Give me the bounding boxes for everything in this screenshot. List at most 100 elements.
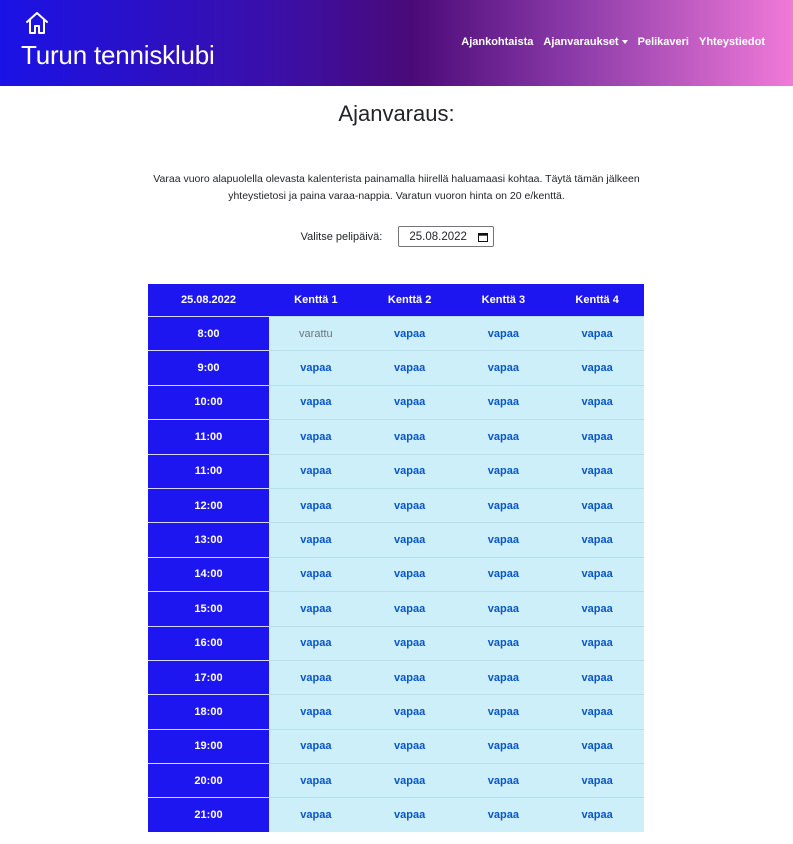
slot-free[interactable]: vapaa <box>550 487 644 523</box>
date-input[interactable]: 25.08.2022 <box>398 226 495 247</box>
slot-free[interactable]: vapaa <box>269 728 363 764</box>
slot-free[interactable]: vapaa <box>269 659 363 695</box>
time-cell: 10:00 <box>148 384 269 420</box>
slot-free[interactable]: vapaa <box>456 384 551 420</box>
time-cell: 11:00 <box>148 453 269 488</box>
slot-free[interactable]: vapaa <box>550 384 644 420</box>
slot-free[interactable]: vapaa <box>456 625 551 660</box>
slot-free[interactable]: vapaa <box>269 453 363 488</box>
nav-label: Ajankohtaista <box>461 36 534 48</box>
slot-free[interactable]: vapaa <box>550 453 644 488</box>
table-row: 18:00 vapaa vapaa vapaa vapaa <box>148 694 644 729</box>
table-row: 11:00 vapaa vapaa vapaa vapaa <box>148 419 644 454</box>
time-cell: 13:00 <box>148 522 269 557</box>
slot-booked: varattu <box>269 316 363 351</box>
slot-free[interactable]: vapaa <box>550 522 644 557</box>
chevron-down-icon <box>621 40 628 44</box>
slot-free[interactable]: vapaa <box>362 487 457 523</box>
booking-table: 25.08.2022 Kenttä 1 Kenttä 2 Kenttä 3 Ke… <box>148 284 644 832</box>
slot-free[interactable]: vapaa <box>550 556 644 592</box>
slot-free[interactable]: vapaa <box>269 487 363 523</box>
time-cell: 11:00 <box>148 419 269 454</box>
slot-free[interactable]: vapaa <box>362 419 457 454</box>
slot-free[interactable]: vapaa <box>550 797 644 832</box>
slot-free[interactable]: vapaa <box>362 591 457 626</box>
nav-label: Yhteystiedot <box>698 36 765 48</box>
slot-free[interactable]: vapaa <box>456 797 551 832</box>
nav-label: Ajanvaraukset <box>543 36 619 48</box>
brand-title[interactable]: Turun tennisklubi <box>21 40 215 71</box>
slot-free[interactable]: vapaa <box>456 659 551 695</box>
slot-free[interactable]: vapaa <box>362 522 457 557</box>
slot-free[interactable]: vapaa <box>550 350 644 385</box>
slot-free[interactable]: vapaa <box>269 522 363 557</box>
slot-free[interactable]: vapaa <box>362 694 457 729</box>
time-cell: 9:00 <box>148 350 269 385</box>
slot-free[interactable]: vapaa <box>456 591 551 626</box>
slot-free[interactable]: vapaa <box>456 763 551 798</box>
time-cell: 14:00 <box>148 556 269 592</box>
header-court-2: Kenttä 2 <box>387 294 432 306</box>
intro-text: Varaa vuoro alapuolella olevasta kalente… <box>153 173 640 202</box>
date-picker-row: Valitse pelipäivä: 25.08.2022 <box>0 226 793 247</box>
time-cell: 15:00 <box>148 591 269 626</box>
table-body: 8:00 varattu vapaa vapaa vapaa 9:00 vapaa vapaa… <box>148 316 644 832</box>
slot-free[interactable]: vapaa <box>456 728 551 764</box>
home-icon[interactable] <box>24 10 50 36</box>
slot-free[interactable]: vapaa <box>456 419 551 454</box>
slot-free[interactable]: vapaa <box>362 797 457 832</box>
slot-free[interactable]: vapaa <box>456 487 551 523</box>
table-row: 20:00 vapaa vapaa vapaa vapaa <box>148 763 644 798</box>
slot-free[interactable]: vapaa <box>362 556 457 592</box>
time-cell: 19:00 <box>148 728 269 764</box>
slot-free[interactable]: vapaa <box>550 419 644 454</box>
slot-free[interactable]: vapaa <box>362 350 457 385</box>
time-cell: 17:00 <box>148 659 269 695</box>
slot-free[interactable]: vapaa <box>456 350 551 385</box>
slot-free[interactable]: vapaa <box>550 591 644 626</box>
slot-free[interactable]: vapaa <box>269 384 363 420</box>
slot-free[interactable]: vapaa <box>269 797 363 832</box>
slot-free[interactable]: vapaa <box>550 316 644 351</box>
slot-free[interactable]: vapaa <box>456 316 551 351</box>
nav-pelikaveri[interactable]: Pelikaveri <box>638 36 689 48</box>
header-court-4: Kenttä 4 <box>575 294 619 306</box>
slot-free[interactable]: vapaa <box>269 419 363 454</box>
slot-free[interactable]: vapaa <box>456 453 551 488</box>
slot-free[interactable]: vapaa <box>550 728 644 764</box>
table-row: 16:00 vapaa vapaa vapaa vapaa <box>148 625 644 660</box>
slot-free[interactable]: vapaa <box>456 556 551 592</box>
nav-ajanvaraukset-dropdown[interactable]: Ajanvaraukset <box>543 36 628 48</box>
slot-free[interactable]: vapaa <box>269 350 363 385</box>
slot-free[interactable]: vapaa <box>269 625 363 660</box>
table-row: 19:00 vapaa vapaa vapaa vapaa <box>148 728 644 764</box>
table-row: 13:00 vapaa vapaa vapaa vapaa <box>148 522 644 557</box>
nav-label: Pelikaveri <box>637 36 689 48</box>
slot-free[interactable]: vapaa <box>456 694 551 729</box>
slot-free[interactable]: vapaa <box>362 316 457 351</box>
slot-free[interactable]: vapaa <box>362 728 457 764</box>
time-cell: 12:00 <box>148 487 269 523</box>
slot-free[interactable]: vapaa <box>550 763 644 798</box>
date-label: Valitse pelipäivä: <box>300 230 383 243</box>
slot-free[interactable]: vapaa <box>269 591 363 626</box>
slot-free[interactable]: vapaa <box>269 694 363 729</box>
calendar-icon[interactable] <box>478 232 489 242</box>
nav-ajankohtaista[interactable]: Ajankohtaista <box>461 36 533 48</box>
slot-free[interactable]: vapaa <box>550 625 644 660</box>
slot-free[interactable]: vapaa <box>550 659 644 695</box>
slot-free[interactable]: vapaa <box>362 763 457 798</box>
slot-free[interactable]: vapaa <box>456 522 551 557</box>
slot-free[interactable]: vapaa <box>269 763 363 798</box>
slot-free[interactable]: vapaa <box>362 384 457 420</box>
table-row: 14:00 vapaa vapaa vapaa vapaa <box>148 556 644 592</box>
slot-free[interactable]: vapaa <box>362 625 457 660</box>
slot-free[interactable]: vapaa <box>362 659 457 695</box>
slot-free[interactable]: vapaa <box>269 556 363 592</box>
nav-yhteystiedot[interactable]: Yhteystiedot <box>699 36 765 48</box>
table-row: 17:00 vapaa vapaa vapaa vapaa <box>148 659 644 695</box>
header-court-1: Kenttä 1 <box>294 294 338 306</box>
date-value: 25.08.2022 <box>409 230 467 243</box>
slot-free[interactable]: vapaa <box>550 694 644 729</box>
slot-free[interactable]: vapaa <box>362 453 457 488</box>
